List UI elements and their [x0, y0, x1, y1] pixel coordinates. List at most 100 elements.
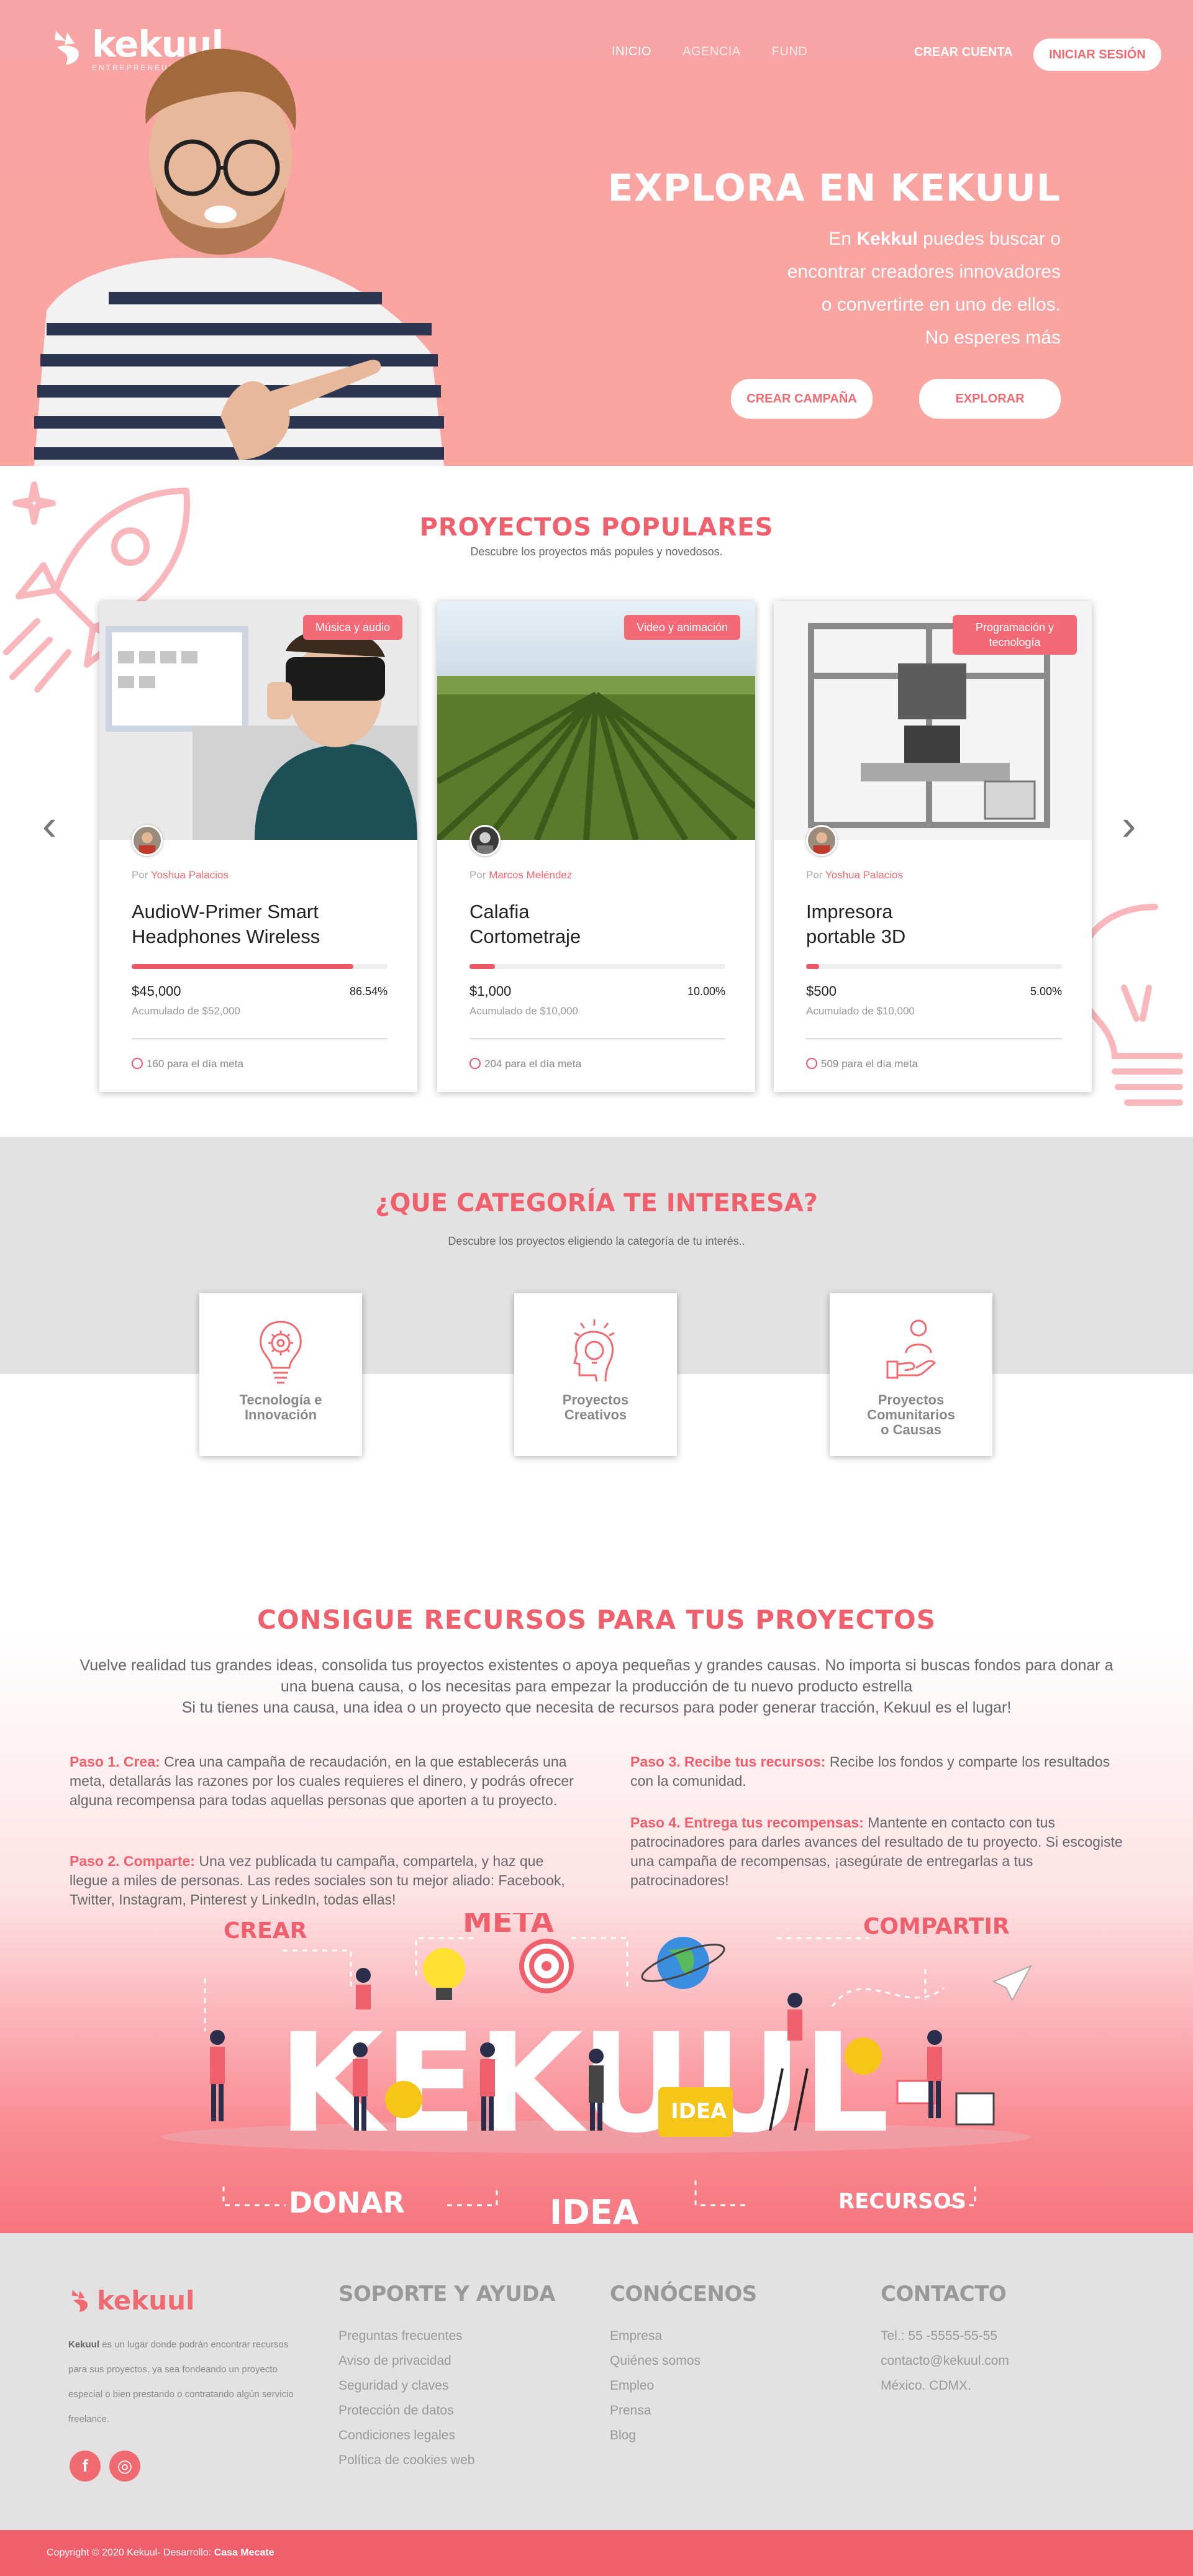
project-raised: Acumulado de $10,000 [806, 1005, 915, 1017]
copyright-bar: Copyright © 2020 Kekuul- Desarrollo: Cas… [0, 2530, 1193, 2576]
author-name[interactable]: Yoshua Palacios [151, 869, 229, 881]
hero-line1-pre: En [828, 229, 857, 249]
footer-link[interactable]: Condiciones legales [338, 2423, 555, 2448]
days-text: 160 para el día meta [147, 1058, 243, 1070]
explorar-button[interactable]: EXPLORAR [919, 379, 1061, 419]
resources-section: CONSIGUE RECURSOS PARA TUS PROYECTOS Vue… [0, 1485, 1193, 2233]
footer-link[interactable]: Protección de datos [338, 2398, 555, 2423]
footer-link[interactable]: Prensa [610, 2398, 757, 2423]
crowdfunding-illustration: KEKUUL CREAR META COMPARTIR DONAR IDEA R… [161, 1913, 1033, 2230]
hero-line1-post: puedes buscar o [917, 229, 1061, 249]
category-badge[interactable]: Música y audio [302, 615, 402, 640]
hero-description: En Kekkul puedes buscar o encontrar crea… [626, 222, 1061, 354]
by-prefix: Por [806, 869, 825, 881]
resources-intro: Vuelve realidad tus grandes ideas, conso… [62, 1655, 1131, 1718]
progress-fill [806, 964, 819, 969]
hero-line1-brand: Kekkul [856, 229, 918, 249]
category-label-line2: Comunitarios [867, 1407, 955, 1422]
footer-link[interactable]: Política de cookies web [338, 2448, 555, 2473]
carousel-next-icon[interactable]: › [1122, 800, 1136, 850]
days-left: 204 para el día meta [469, 1058, 581, 1070]
days-left: 509 para el día meta [806, 1058, 918, 1070]
carousel-prev-icon[interactable]: ‹ [42, 800, 57, 850]
category-badge[interactable]: Programación y tecnología [953, 615, 1077, 655]
project-card[interactable]: Música y audio Por Yoshua Palacios Audio… [99, 601, 417, 1092]
category-label-line3: o Causas [881, 1422, 941, 1437]
category-label-line1: Tecnología e [239, 1392, 322, 1408]
hero-line4: No esperes más [925, 327, 1061, 348]
hero-section: kekuul ENTREPRENEUR HUB INICIO AGENCIA F… [0, 0, 1193, 466]
footer-link[interactable]: Aviso de privacidad [338, 2349, 555, 2373]
category-label-line1: Proyectos [878, 1392, 945, 1408]
hand-person-icon [886, 1319, 936, 1379]
facebook-icon[interactable]: f [70, 2451, 101, 2482]
iniciar-sesion-button[interactable]: INICIAR SESIÓN [1033, 39, 1161, 71]
author-name[interactable]: Marcos Meléndez [489, 869, 572, 881]
categories-section: ¿QUE CATEGORÍA TE INTERESA? Descubre los… [0, 1137, 1193, 1485]
resources-intro-line3: Si tu tienes una causa, una idea o un pr… [181, 1699, 1012, 1716]
footer-logo-text: kekuul [97, 2285, 195, 2316]
footer-link[interactable]: Preguntas frecuentes [338, 2324, 555, 2349]
category-label-line1: Proyectos [562, 1392, 629, 1408]
hero-person-image [34, 48, 444, 466]
crear-campana-button[interactable]: CREAR CAMPAÑA [731, 379, 873, 419]
step-2: Paso 2. Comparte: Una vez publicada tu c… [70, 1852, 585, 1909]
step-label: Paso 1. Crea: [70, 1754, 160, 1770]
nav-fund[interactable]: FUND [772, 45, 808, 59]
clock-icon [132, 1058, 143, 1069]
footer-link[interactable]: Empresa [610, 2324, 757, 2349]
project-percent: 5.00% [1030, 985, 1062, 998]
project-name[interactable]: Calafia Cortometraje [469, 899, 581, 949]
category-card-tecnologia[interactable]: Tecnología e Innovación [199, 1293, 362, 1456]
author-avatar [469, 825, 501, 856]
gear-bulb-icon [260, 1321, 302, 1384]
by-prefix: Por [132, 869, 151, 881]
footer-link[interactable]: Seguridad y claves [338, 2373, 555, 2398]
project-card[interactable]: Video y animación Por Marcos Meléndez Ca… [437, 601, 755, 1092]
project-name[interactable]: AudioW-Primer Smart Headphones Wireless [132, 899, 392, 949]
footer-phone[interactable]: Tel.: 55 -5555-55-55 [881, 2324, 1009, 2349]
crear-cuenta-link[interactable]: CREAR CUENTA [914, 45, 1013, 60]
nav-inicio[interactable]: INICIO [612, 45, 651, 59]
hero-title: EXPLORA EN KEKUUL [607, 166, 1061, 210]
project-card[interactable]: Programación y tecnología Por Yoshua Pal… [774, 601, 1092, 1092]
clock-icon [469, 1058, 481, 1069]
project-name[interactable]: Impresora portable 3D [806, 899, 930, 949]
progress-fill [469, 964, 496, 969]
author-name[interactable]: Yoshua Palacios [825, 869, 903, 881]
copyright-text: Copyright © 2020 Kekuul- Desarrollo: [47, 2547, 214, 2558]
category-card-comunitarios[interactable]: Proyectos Comunitarios o Causas [830, 1293, 992, 1456]
category-card-creativos[interactable]: Proyectos Creativos [514, 1293, 677, 1456]
project-amount: $45,000 [132, 983, 181, 999]
footer-desc-brand: Kekuul [68, 2339, 100, 2350]
footer-link[interactable]: Blog [610, 2423, 757, 2448]
illus-idea: IDEA [550, 2193, 639, 2230]
footer-description: Kekuul es un lugar donde podrán encontra… [68, 2333, 304, 2432]
category-badge[interactable]: Video y animación [624, 615, 740, 640]
author-avatar [132, 825, 163, 856]
footer-link[interactable]: Quiénes somos [610, 2349, 757, 2373]
by-prefix: Por [469, 869, 489, 881]
category-label-line2: Creativos [564, 1407, 627, 1422]
days-text: 204 para el día meta [484, 1058, 581, 1070]
author-line: Por Marcos Meléndez [469, 869, 572, 881]
project-amount: $1,000 [469, 983, 512, 999]
instagram-icon[interactable]: ◎ [109, 2451, 140, 2482]
category-label: Tecnología e Innovación [199, 1393, 362, 1422]
clock-icon [806, 1058, 817, 1069]
footer-desc-text: es un lugar donde podrán encontrar recur… [68, 2339, 294, 2424]
footer-logo[interactable]: kekuul [68, 2285, 194, 2316]
footer-location: México. CDMX. [881, 2378, 971, 2393]
step-3: Paso 3. Recibe tus recursos: Recibe los … [630, 1752, 1127, 1791]
footer-link[interactable]: Empleo [610, 2373, 757, 2398]
popular-projects-section: PROYECTOS POPULARES Descubre los proyect… [0, 466, 1193, 1137]
developer-link[interactable]: Casa Mecate [214, 2547, 274, 2558]
footer-email[interactable]: contacto@kekuul.com [881, 2349, 1009, 2373]
author-avatar [806, 825, 837, 856]
nav-agencia[interactable]: AGENCIA [683, 45, 741, 59]
bird-logo-icon [71, 2289, 88, 2312]
main-nav: INICIO AGENCIA FUND [612, 45, 807, 59]
illus-meta: META [463, 1913, 554, 1939]
footer-col-contacto: CONTACTO Tel.: 55 -5555-55-55 contacto@k… [881, 2282, 1009, 2398]
category-label: Proyectos Comunitarios o Causas [830, 1393, 992, 1437]
